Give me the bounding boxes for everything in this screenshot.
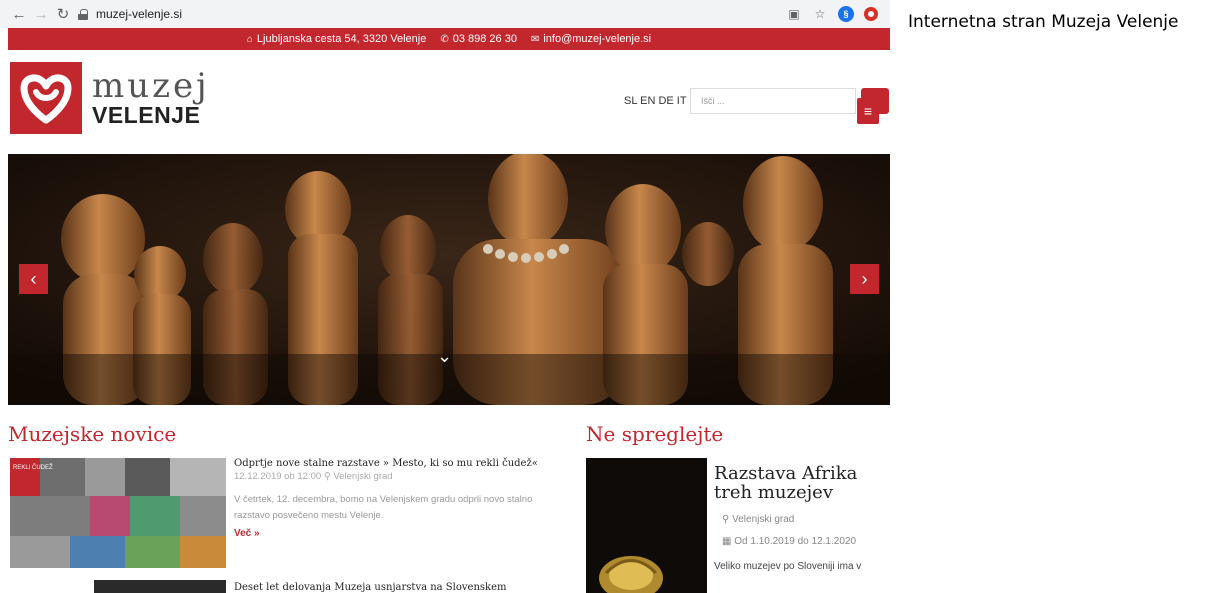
- language-switcher[interactable]: SL EN DE IT: [624, 95, 687, 107]
- news-meta: 12.12.2019 ob 12:00 ⚲ Velenjski grad: [234, 471, 554, 482]
- featured-text: Veliko muzejev po Sloveniji ima v: [714, 561, 862, 572]
- news-thumbnail[interactable]: REKLI ČUDEŽ: [10, 458, 226, 568]
- contact-bar: ⌂ Ljubljanska cesta 54, 3320 Velenje ✆ 0…: [8, 28, 890, 50]
- slider-next-button[interactable]: ›: [850, 264, 879, 294]
- website: ⌂ Ljubljanska cesta 54, 3320 Velenje ✆ 0…: [8, 28, 890, 593]
- envelope-icon: ✉: [530, 33, 540, 45]
- bookmark-star-icon[interactable]: ☆: [812, 6, 828, 22]
- featured-location: Velenjski grad: [732, 514, 795, 525]
- calendar-icon: ▦: [722, 536, 735, 547]
- address-text: Ljubljanska cesta 54, 3320 Velenje: [256, 33, 427, 45]
- email-link[interactable]: ✉ info@muzej-velenje.si: [531, 33, 651, 45]
- featured-dates: Od 1.10.2019 do 12.1.2020: [734, 536, 857, 547]
- thumb-label: REKLI ČUDEŽ: [13, 463, 53, 471]
- phone-link[interactable]: ✆ 03 898 26 30: [440, 33, 517, 45]
- caption: Internetna stran Muzeja Velenje: [908, 12, 1179, 32]
- read-more-link[interactable]: Več »: [234, 528, 554, 539]
- home-icon: ⌂: [246, 33, 253, 45]
- back-icon[interactable]: ←: [8, 3, 30, 25]
- phone-text: 03 898 26 30: [452, 33, 517, 45]
- hero-image: [8, 154, 890, 405]
- logo[interactable]: muzej VELENJE: [10, 62, 210, 134]
- location-pin-icon: ⚲: [722, 514, 733, 525]
- logo-word-velenje: VELENJE: [92, 102, 201, 128]
- site-header: muzej VELENJE SL EN DE IT Išči ... ≡: [8, 50, 890, 154]
- forward-icon[interactable]: →: [30, 3, 52, 25]
- extension-icon[interactable]: §: [838, 6, 854, 22]
- news-date: 12.12.2019 ob 12:00: [234, 471, 322, 482]
- phone-icon: ✆: [440, 33, 449, 45]
- news-section-title: Muzejske novice: [8, 422, 177, 446]
- url-text: muzej-velenje.si: [96, 7, 183, 21]
- featured-title[interactable]: Razstava Afrika treh muzejev: [714, 464, 884, 502]
- news-location: Velenjski grad: [333, 471, 393, 482]
- address-bar[interactable]: muzej-velenje.si: [78, 3, 786, 25]
- lock-icon: [78, 8, 88, 20]
- address-item: ⌂ Ljubljanska cesta 54, 3320 Velenje: [247, 33, 426, 45]
- featured-section-title: Ne spreglejte: [586, 422, 724, 446]
- browser-toolbar: ← → ↻ muzej-velenje.si ▣ ☆ §: [0, 0, 890, 28]
- news-headline[interactable]: Deset let delovanja Muzeja usnjarstva na…: [234, 582, 554, 593]
- hero-slider: ‹ › ⌄ ♿: [8, 154, 890, 405]
- search-input[interactable]: Išči ...: [690, 88, 856, 114]
- featured-date-row: ▦ Od 1.10.2019 do 12.1.2020: [722, 536, 884, 547]
- extension-record-icon[interactable]: [864, 7, 878, 21]
- reload-icon[interactable]: ↻: [52, 3, 74, 25]
- menu-hamburger-icon[interactable]: ≡: [857, 98, 879, 124]
- location-pin-icon: ⚲: [323, 471, 334, 482]
- chevron-down-icon[interactable]: ⌄: [437, 346, 452, 367]
- featured-body: Razstava Afrika treh muzejev ⚲ Velenjski…: [714, 464, 884, 576]
- news-headline[interactable]: Odprtje nove stalne razstave » Mesto, ki…: [234, 458, 554, 469]
- news-excerpt: V četrtek, 12. decembra, bomo na Velenjs…: [234, 494, 533, 521]
- news-thumbnail[interactable]: [94, 580, 226, 593]
- translate-icon[interactable]: ▣: [786, 6, 802, 22]
- email-text: info@muzej-velenje.si: [543, 33, 652, 45]
- slider-prev-button[interactable]: ‹: [19, 264, 48, 294]
- featured-image[interactable]: [586, 458, 707, 593]
- logo-word-muzej: muzej: [92, 66, 210, 106]
- featured-location-row: ⚲ Velenjski grad: [722, 514, 884, 525]
- logo-mark-icon: [10, 62, 82, 134]
